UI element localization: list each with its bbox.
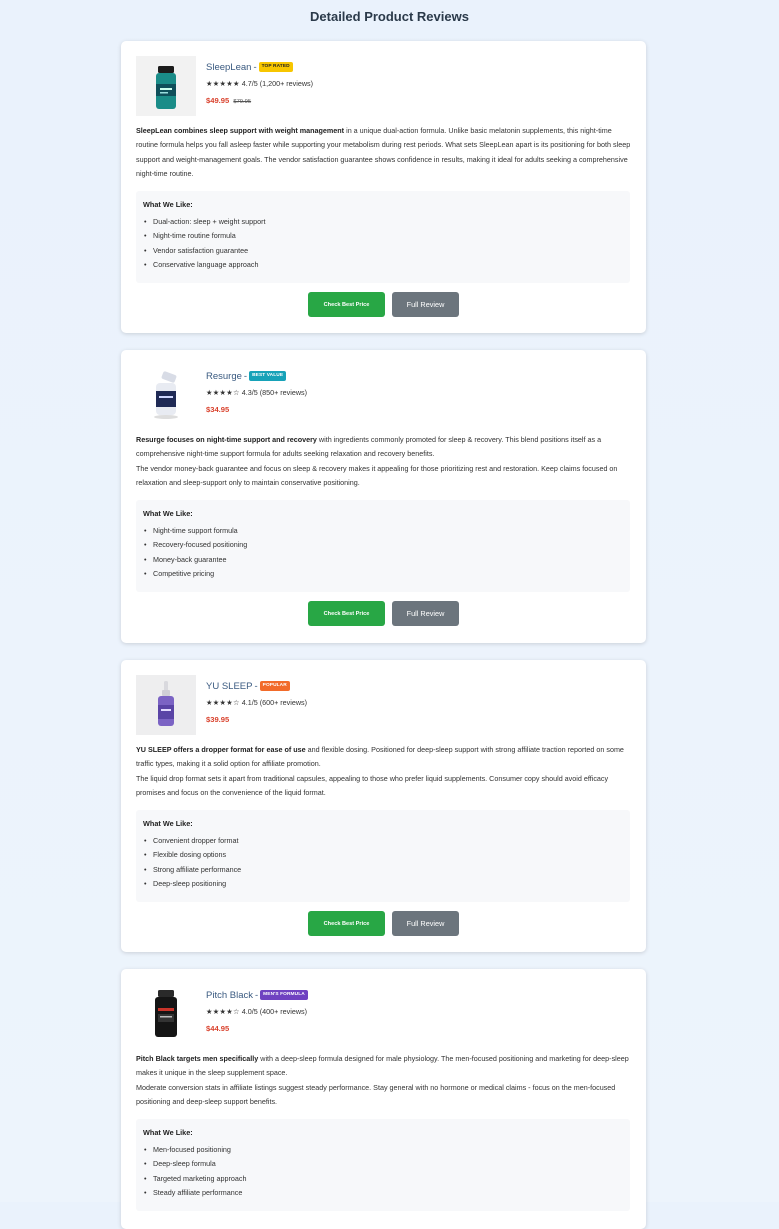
description-paragraph-2: The liquid drop format sets it apart fro…	[136, 773, 609, 798]
star-rating-icon: ★★★★☆	[206, 388, 240, 397]
price-line: $49.95 $79.95	[206, 96, 313, 106]
check-best-price-button[interactable]: Check Best Price	[308, 911, 385, 936]
product-card-resurge: Resurge - BEST VALUE ★★★★☆ 4.3/5 (850+ r…	[121, 350, 646, 643]
name-separator: -	[243, 370, 248, 382]
name-separator: -	[254, 680, 258, 692]
like-item: Targeted marketing approach	[143, 1172, 623, 1187]
like-item: Strong affiliate performance	[143, 863, 623, 878]
page-title: Detailed Product Reviews	[310, 9, 469, 24]
star-rating-icon: ★★★★☆	[206, 1007, 240, 1016]
description-lead: Pitch Black targets men specifically	[136, 1054, 259, 1063]
what-we-like-box: What We Like: Men-focused positioning De…	[136, 1119, 630, 1211]
what-we-like-box: What We Like: Dual-action: sleep + weigh…	[136, 191, 630, 283]
full-review-button[interactable]: Full Review	[392, 911, 459, 936]
old-price: $79.95	[233, 99, 252, 105]
product-description: Pitch Black targets men specifically wit…	[136, 1052, 631, 1110]
what-we-like-box: What We Like: Convenient dropper format …	[136, 810, 630, 902]
popular-badge: POPULAR	[259, 681, 290, 691]
check-best-price-button[interactable]: Check Best Price	[308, 292, 385, 317]
like-item: Night-time support formula	[143, 524, 623, 539]
name-separator: -	[255, 989, 259, 1001]
what-we-like-title: What We Like:	[143, 819, 193, 828]
like-item: Competitive pricing	[143, 567, 623, 582]
product-card-sleeplean: SleepLean - TOP RATED ★★★★★ 4.7/5 (1,200…	[121, 41, 646, 333]
top-rated-badge: TOP RATED	[258, 62, 293, 72]
product-image-sleeplean[interactable]	[136, 56, 196, 116]
like-item: Vendor satisfaction guarantee	[143, 244, 623, 259]
like-item: Deep-sleep formula	[143, 1157, 623, 1172]
full-review-button[interactable]: Full Review	[392, 601, 459, 626]
star-rating-icon: ★★★★☆	[206, 698, 240, 707]
product-description: YU SLEEP offers a dropper format for eas…	[136, 743, 631, 801]
star-rating-icon: ★★★★★	[206, 79, 240, 88]
like-item: Steady affiliate performance	[143, 1186, 623, 1201]
product-name[interactable]: Resurge	[206, 371, 242, 382]
like-item: Dual-action: sleep + weight support	[143, 215, 623, 230]
rating: ★★★★☆ 4.3/5 (850+ reviews)	[206, 388, 307, 398]
price: $39.95	[206, 715, 230, 724]
price: $34.95	[206, 405, 230, 414]
product-name[interactable]: Pitch Black	[206, 990, 253, 1001]
like-item: Men-focused positioning	[143, 1143, 623, 1158]
check-best-price-button[interactable]: Check Best Price	[308, 601, 385, 626]
price-line: $44.95	[206, 1024, 308, 1034]
rating-text: 4.1/5 (600+ reviews)	[241, 698, 308, 707]
product-description: Resurge focuses on night-time support an…	[136, 433, 631, 491]
product-name[interactable]: SleepLean	[206, 62, 251, 73]
name-separator: -	[253, 61, 257, 73]
rating: ★★★★☆ 4.0/5 (400+ reviews)	[206, 1007, 308, 1017]
what-we-like-title: What We Like:	[143, 509, 193, 518]
mens-formula-badge: MEN'S FORMULA	[260, 990, 308, 1000]
like-item: Recovery-focused positioning	[143, 538, 623, 553]
product-card-pitch-black: Pitch Black - MEN'S FORMULA ★★★★☆ 4.0/5 …	[121, 969, 646, 1229]
like-item: Conservative language approach	[143, 258, 623, 273]
description-lead: SleepLean combines sleep support with we…	[136, 126, 345, 135]
product-image-yu-sleep[interactable]	[136, 675, 196, 735]
best-value-badge: BEST VALUE	[249, 371, 287, 381]
rating-text: 4.0/5 (400+ reviews)	[241, 1007, 308, 1016]
price: $44.95	[206, 1024, 230, 1033]
product-image-resurge[interactable]	[136, 365, 196, 425]
description-lead: Resurge focuses on night-time support an…	[136, 435, 317, 444]
like-item: Deep-sleep positioning	[143, 877, 623, 892]
what-we-like-box: What We Like: Night-time support formula…	[136, 500, 630, 592]
full-review-button[interactable]: Full Review	[392, 292, 459, 317]
product-image-pitch-black[interactable]	[136, 984, 196, 1044]
like-item: Flexible dosing options	[143, 848, 623, 863]
what-we-like-title: What We Like:	[143, 200, 193, 209]
like-item: Convenient dropper format	[143, 834, 623, 849]
description-paragraph-2: The vendor money-back guarantee and focu…	[136, 463, 618, 488]
product-card-yu-sleep: YU SLEEP - POPULAR ★★★★☆ 4.1/5 (600+ rev…	[121, 660, 646, 952]
rating-text: 4.7/5 (1,200+ reviews)	[241, 79, 314, 88]
description-lead: YU SLEEP offers a dropper format for eas…	[136, 745, 306, 754]
rating-text: 4.3/5 (850+ reviews)	[241, 388, 308, 397]
price-line: $39.95	[206, 715, 307, 725]
like-item: Money-back guarantee	[143, 553, 623, 568]
what-we-like-title: What We Like:	[143, 1128, 193, 1137]
price: $49.95	[206, 96, 230, 105]
rating: ★★★★☆ 4.1/5 (600+ reviews)	[206, 698, 307, 708]
product-name[interactable]: YU SLEEP	[206, 681, 252, 692]
product-description: SleepLean combines sleep support with we…	[136, 124, 631, 182]
description-paragraph-2: Moderate conversion stats in affiliate l…	[136, 1082, 616, 1107]
like-item: Night-time routine formula	[143, 229, 623, 244]
rating: ★★★★★ 4.7/5 (1,200+ reviews)	[206, 79, 313, 89]
price-line: $34.95	[206, 405, 307, 415]
